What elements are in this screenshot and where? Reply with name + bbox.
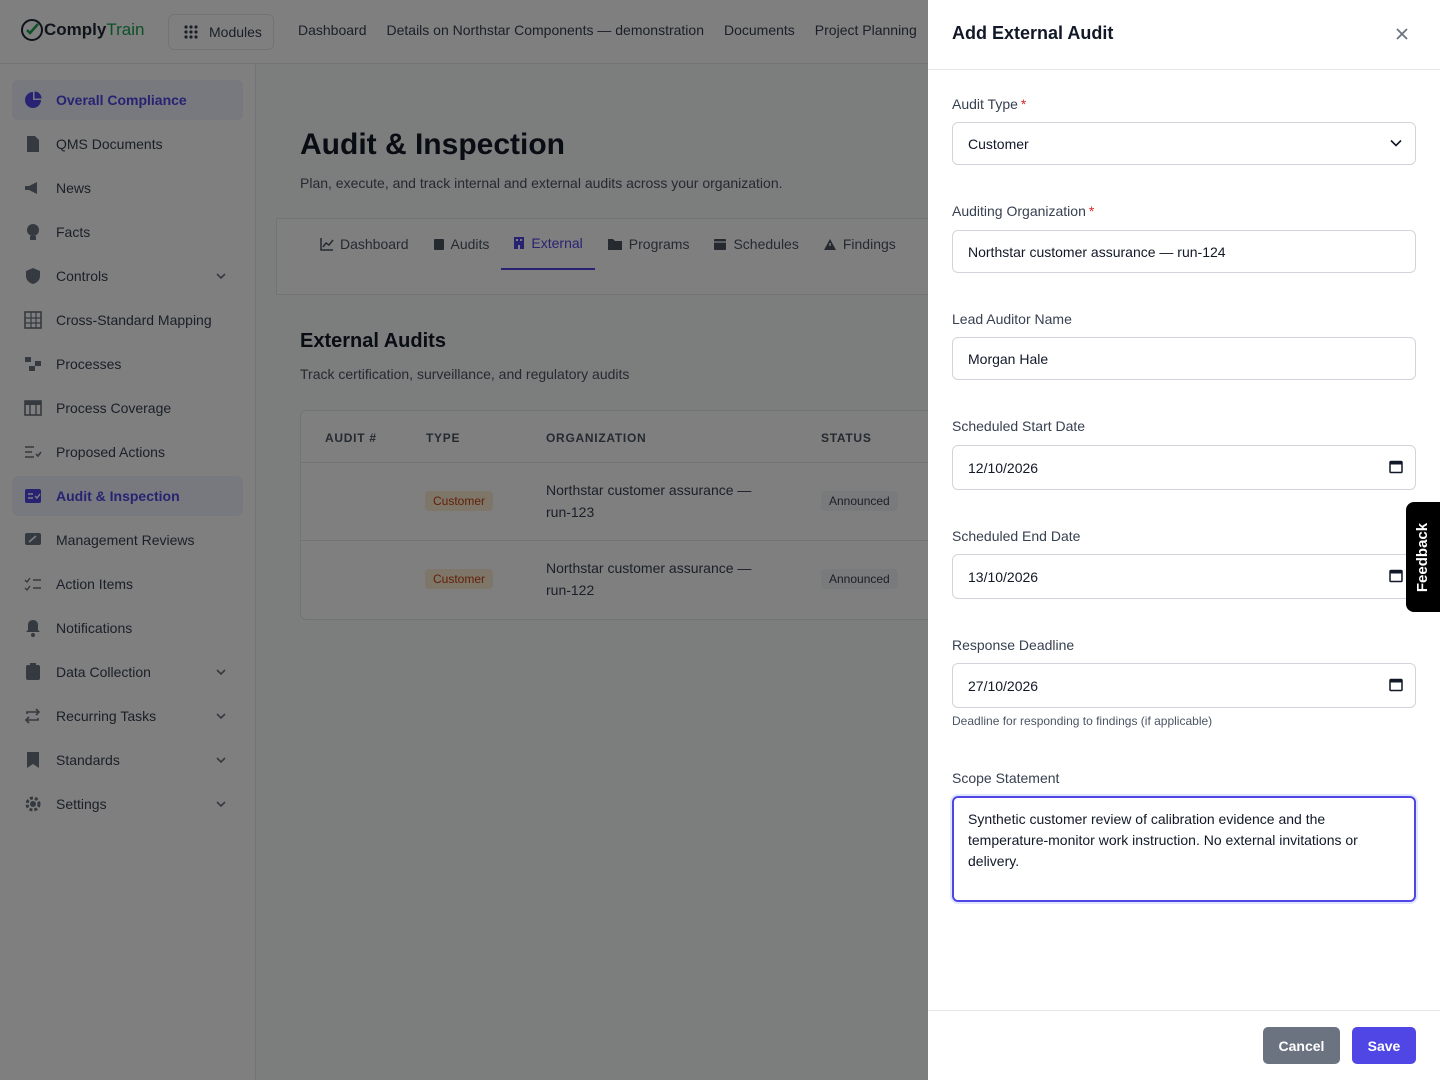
start-date-value: 12/10/2026 bbox=[968, 459, 1039, 476]
feedback-tab[interactable]: Feedback bbox=[1406, 502, 1440, 612]
calendar-icon[interactable] bbox=[1389, 568, 1403, 585]
audit-type-label: Audit Type * bbox=[952, 96, 1027, 112]
close-icon[interactable] bbox=[1392, 24, 1412, 44]
lead-auditor-label: Lead Auditor Name bbox=[952, 311, 1072, 327]
start-date-input[interactable]: 12/10/2026 bbox=[952, 445, 1416, 490]
drawer-title: Add External Audit bbox=[952, 23, 1114, 43]
required-marker: * bbox=[1088, 203, 1095, 219]
add-external-audit-drawer: Add External Audit Audit Type * Customer … bbox=[928, 0, 1440, 1080]
calendar-icon[interactable] bbox=[1389, 677, 1403, 694]
feedback-label: Feedback bbox=[1414, 522, 1432, 592]
response-deadline-label: Response Deadline bbox=[952, 637, 1075, 653]
response-deadline-input[interactable]: 27/10/2026 bbox=[952, 663, 1416, 708]
scope-statement-textarea[interactable]: Synthetic customer review of calibration… bbox=[952, 796, 1416, 902]
start-date-label: Scheduled Start Date bbox=[952, 418, 1086, 434]
cancel-button[interactable]: Cancel bbox=[1263, 1027, 1340, 1064]
response-deadline-value: 27/10/2026 bbox=[968, 677, 1039, 694]
calendar-icon[interactable] bbox=[1389, 459, 1403, 476]
auditing-organization-label: Auditing Organization * bbox=[952, 203, 1095, 219]
chevron-down-icon bbox=[1389, 135, 1403, 152]
end-date-value: 13/10/2026 bbox=[968, 568, 1039, 585]
audit-type-select[interactable]: Customer bbox=[952, 122, 1416, 165]
auditing-organization-input[interactable]: Northstar customer assurance — run-124 bbox=[952, 230, 1416, 273]
lead-auditor-input[interactable]: Morgan Hale bbox=[952, 337, 1416, 380]
save-button[interactable]: Save bbox=[1352, 1027, 1416, 1064]
audit-type-value: Customer bbox=[968, 135, 1029, 152]
auditing-organization-value: Northstar customer assurance — run-124 bbox=[968, 243, 1226, 260]
response-deadline-hint: Deadline for responding to findings (if … bbox=[952, 714, 1213, 728]
end-date-input[interactable]: 13/10/2026 bbox=[952, 554, 1416, 599]
scope-statement-label: Scope Statement bbox=[952, 770, 1060, 786]
app-root: ComplyTrain Modules Dashboard Details on… bbox=[0, 0, 1440, 1080]
drawer-header: Add External Audit bbox=[928, 0, 1440, 70]
lead-auditor-value: Morgan Hale bbox=[968, 350, 1049, 367]
required-marker: * bbox=[1020, 96, 1027, 112]
end-date-label: Scheduled End Date bbox=[952, 528, 1081, 544]
